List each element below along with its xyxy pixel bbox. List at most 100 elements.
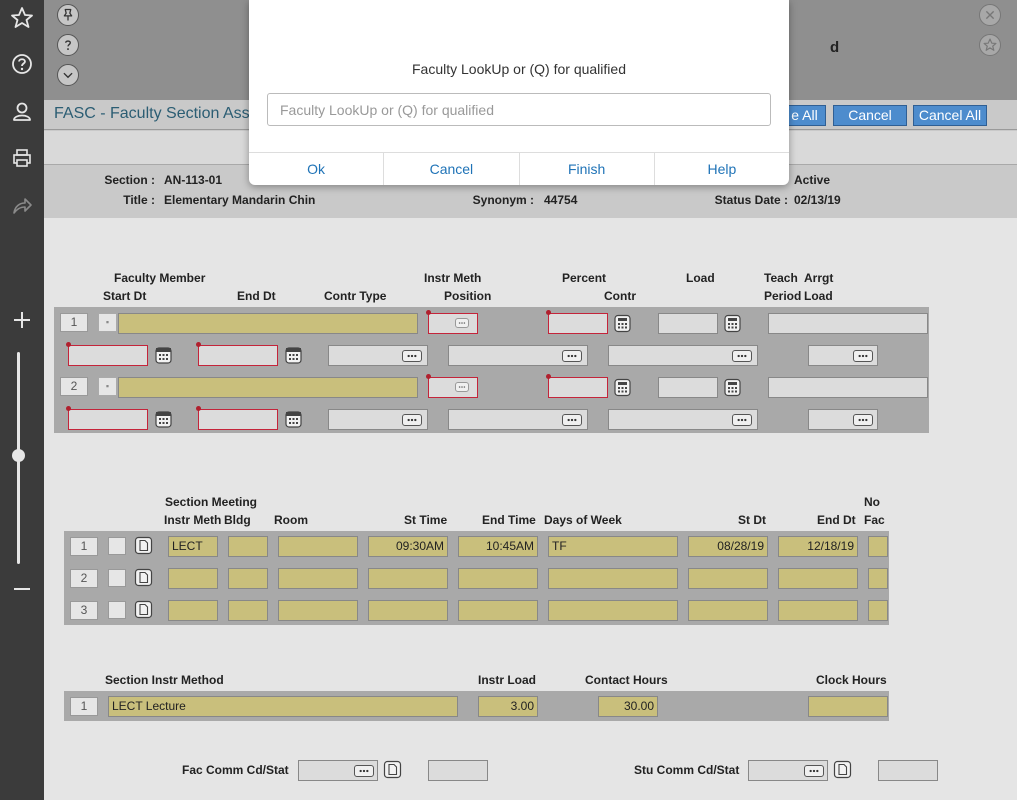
room-field[interactable] <box>278 600 358 621</box>
teach-period-field[interactable] <box>768 313 928 334</box>
calculator-icon[interactable] <box>613 378 632 397</box>
meeting-row-checkbox[interactable] <box>108 569 126 587</box>
share-icon[interactable] <box>6 190 38 222</box>
start-dt-field[interactable] <box>68 409 148 430</box>
meeting-instr-meth-field[interactable] <box>168 600 218 621</box>
days-of-week-field[interactable] <box>548 568 678 589</box>
meeting-st-dt-field[interactable] <box>688 600 768 621</box>
ellipsis-icon[interactable] <box>402 414 422 426</box>
contr-type-header: Contr Type <box>324 289 387 303</box>
st-time-field[interactable] <box>368 600 448 621</box>
ellipsis-icon[interactable] <box>455 382 469 392</box>
instr-meth-field[interactable] <box>428 377 478 398</box>
st-time-field[interactable]: 09:30AM <box>368 536 448 557</box>
bldg-field[interactable] <box>228 536 268 557</box>
teach-period-field[interactable] <box>768 377 928 398</box>
calculator-icon[interactable] <box>723 378 742 397</box>
dialog-cancel-button[interactable]: Cancel <box>384 153 520 185</box>
pin-icon[interactable] <box>57 4 79 26</box>
fac-comm-stat-field[interactable] <box>428 760 488 781</box>
no-fac-field[interactable] <box>868 536 888 557</box>
calculator-icon[interactable] <box>613 314 632 333</box>
meeting-end-dt-field[interactable] <box>778 600 858 621</box>
ellipsis-icon[interactable] <box>804 765 824 777</box>
days-of-week-field[interactable]: TF <box>548 536 678 557</box>
favorite-star-icon[interactable] <box>979 34 1001 56</box>
ellipsis-icon[interactable] <box>455 318 469 328</box>
bldg-field[interactable] <box>228 600 268 621</box>
help-circle-icon[interactable] <box>57 34 79 56</box>
meeting-st-dt-field[interactable]: 08/28/19 <box>688 536 768 557</box>
document-icon[interactable] <box>134 568 153 587</box>
end-dt-field[interactable] <box>198 409 278 430</box>
cancel-button[interactable]: Cancel <box>833 105 907 126</box>
meeting-instr-meth-field[interactable]: LECT <box>168 536 218 557</box>
ellipsis-icon[interactable] <box>562 350 582 362</box>
no-fac-field[interactable] <box>868 600 888 621</box>
days-of-week-field[interactable] <box>548 600 678 621</box>
finish-button[interactable]: Finish <box>520 153 655 185</box>
percent-field[interactable] <box>548 313 608 334</box>
save-all-button[interactable]: e All <box>784 105 826 126</box>
end-time-field[interactable] <box>458 600 538 621</box>
cancel-all-button[interactable]: Cancel All <box>913 105 987 126</box>
st-time-field[interactable] <box>368 568 448 589</box>
ellipsis-icon[interactable] <box>853 350 873 362</box>
instr-load-field[interactable]: 3.00 <box>478 696 538 717</box>
calendar-icon[interactable] <box>284 410 303 429</box>
help-button[interactable]: Help <box>655 153 789 185</box>
meeting-row-checkbox[interactable] <box>108 537 126 555</box>
document-icon[interactable] <box>134 536 153 555</box>
printer-icon[interactable] <box>6 142 38 174</box>
clock-hours-field[interactable] <box>808 696 888 717</box>
faculty-member-field[interactable] <box>118 313 418 334</box>
ellipsis-icon[interactable] <box>732 350 752 362</box>
ellipsis-icon[interactable] <box>732 414 752 426</box>
calculator-icon[interactable] <box>723 314 742 333</box>
meeting-end-dt-field[interactable]: 12/18/19 <box>778 536 858 557</box>
load-field[interactable] <box>658 313 718 334</box>
document-icon[interactable] <box>134 600 153 619</box>
instr-method-field[interactable]: LECT Lecture <box>108 696 458 717</box>
calendar-icon[interactable] <box>154 346 173 365</box>
chevron-down-icon[interactable] <box>57 64 79 86</box>
faculty-row-selector[interactable]: ▪ <box>98 377 117 396</box>
zoom-slider-handle[interactable] <box>12 449 25 462</box>
user-icon[interactable] <box>6 96 38 128</box>
faculty-row-selector[interactable]: ▪ <box>98 313 117 332</box>
start-dt-field[interactable] <box>68 345 148 366</box>
instr-load-header: Instr Load <box>478 673 537 687</box>
faculty-lookup-input[interactable] <box>267 93 771 126</box>
calendar-icon[interactable] <box>154 410 173 429</box>
percent-field[interactable] <box>548 377 608 398</box>
end-time-field[interactable] <box>458 568 538 589</box>
meeting-end-dt-field[interactable] <box>778 568 858 589</box>
load-field[interactable] <box>658 377 718 398</box>
ellipsis-icon[interactable] <box>402 350 422 362</box>
stu-comm-stat-field[interactable] <box>878 760 938 781</box>
ellipsis-icon[interactable] <box>853 414 873 426</box>
star-icon[interactable] <box>6 2 38 34</box>
ellipsis-icon[interactable] <box>562 414 582 426</box>
calendar-icon[interactable] <box>284 346 303 365</box>
room-field[interactable] <box>278 536 358 557</box>
meeting-st-dt-field[interactable] <box>688 568 768 589</box>
meeting-instr-meth-field[interactable] <box>168 568 218 589</box>
room-field[interactable] <box>278 568 358 589</box>
ok-button[interactable]: Ok <box>249 153 385 185</box>
meeting-row-checkbox[interactable] <box>108 601 126 619</box>
zoom-out-icon[interactable] <box>6 573 38 605</box>
document-icon[interactable] <box>833 760 852 779</box>
bldg-field[interactable] <box>228 568 268 589</box>
instr-meth-field[interactable] <box>428 313 478 334</box>
document-icon[interactable] <box>383 760 402 779</box>
close-icon[interactable] <box>979 4 1001 26</box>
zoom-in-icon[interactable] <box>6 304 38 336</box>
end-time-field[interactable]: 10:45AM <box>458 536 538 557</box>
help-icon[interactable] <box>6 48 38 80</box>
faculty-member-field[interactable] <box>118 377 418 398</box>
end-dt-field[interactable] <box>198 345 278 366</box>
no-fac-field[interactable] <box>868 568 888 589</box>
contact-hours-field[interactable]: 30.00 <box>598 696 658 717</box>
ellipsis-icon[interactable] <box>354 765 374 777</box>
